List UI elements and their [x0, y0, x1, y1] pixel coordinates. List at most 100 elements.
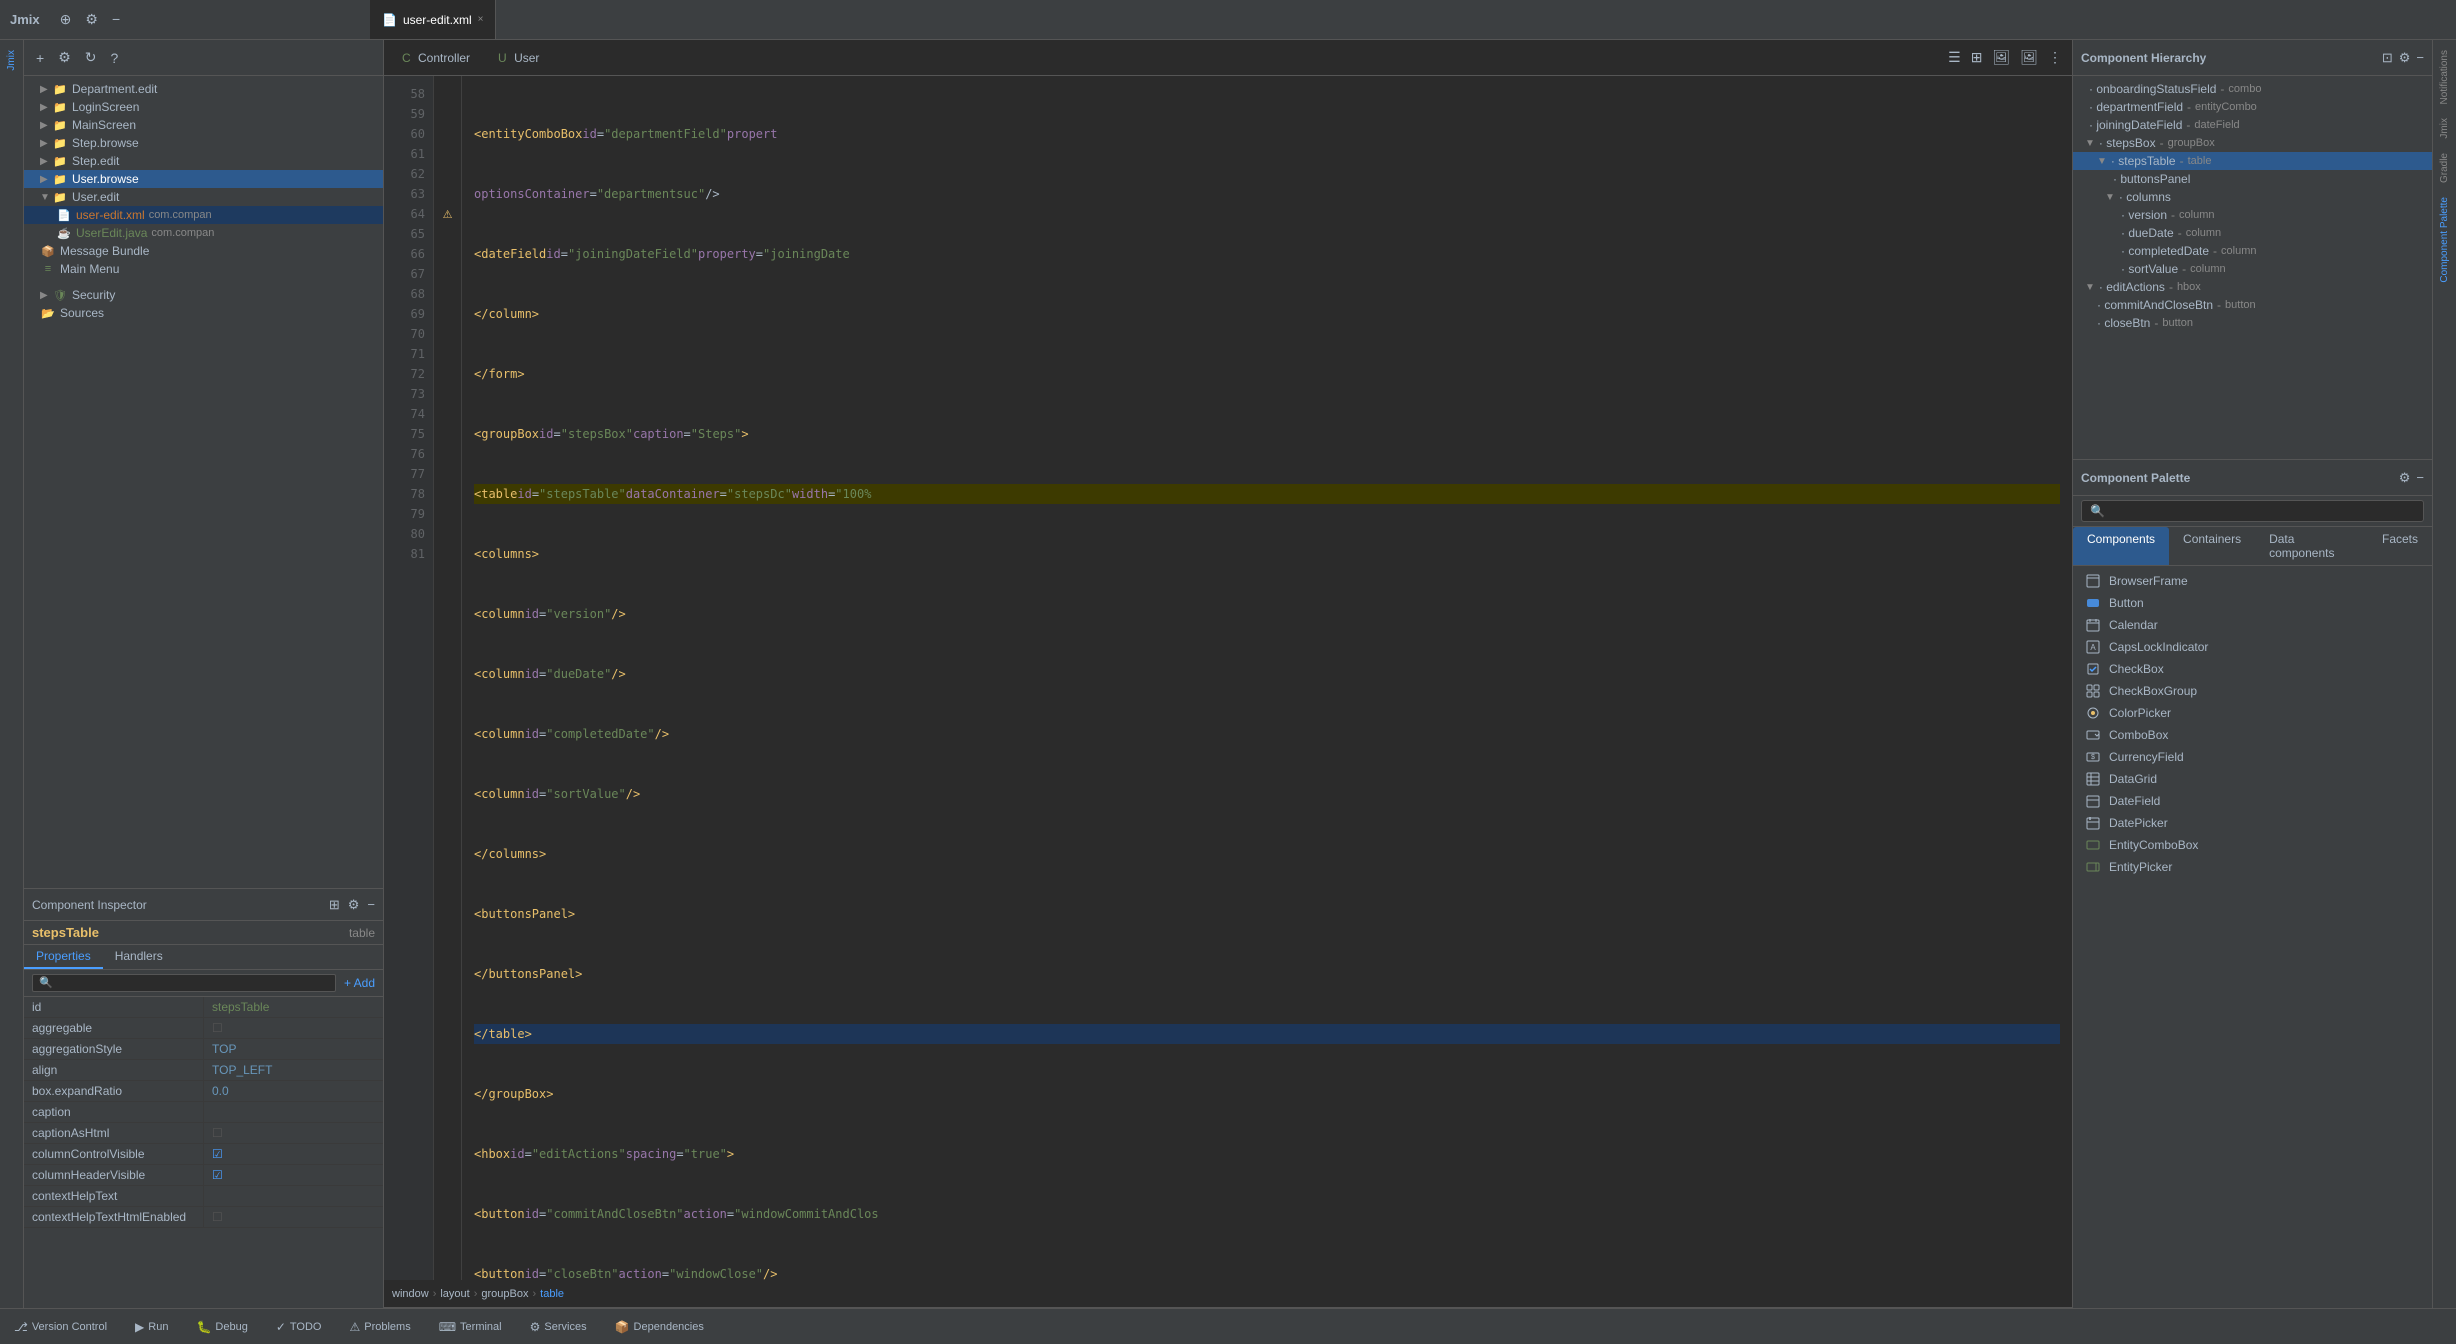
tree-item-step-edit[interactable]: ▶ 📁 Step.edit: [24, 152, 383, 170]
palette-item-button[interactable]: Button: [2073, 592, 2432, 614]
sidebar-help-btn[interactable]: ?: [106, 48, 122, 68]
hierarchy-settings-btn[interactable]: ⚙: [2399, 50, 2411, 66]
properties-list: id stepsTable aggregable ☐ aggregationSt…: [24, 997, 383, 1228]
tree-item-message-bundle[interactable]: 📦 Message Bundle: [24, 242, 383, 260]
palette-item-label: ComboBox: [2109, 728, 2168, 742]
rail-tab-jmix[interactable]: Jmix: [4, 44, 19, 77]
tree-item-sources[interactable]: 📂 Sources: [24, 304, 383, 322]
palette-tab-components[interactable]: Components: [2073, 527, 2169, 565]
status-bar: ⎇ Version Control ▶ Run 🐛 Debug ✓ TODO ⚠…: [0, 1308, 2456, 1344]
code-line-67: <column id="dueDate"/>: [474, 664, 2060, 684]
header-icon-image2[interactable]: 🖼: [2018, 47, 2040, 68]
tree-item-main-menu[interactable]: ≡ Main Menu: [24, 260, 383, 278]
breadcrumb-window[interactable]: window: [392, 1288, 429, 1300]
h-item-close-btn[interactable]: · closeBtn - button: [2073, 314, 2432, 332]
title-icon-3[interactable]: −: [108, 9, 124, 30]
tree-item-mainscreen[interactable]: ▶ 📁 MainScreen: [24, 116, 383, 134]
status-todo[interactable]: ✓ TODO: [270, 1318, 328, 1336]
palette-tab-data[interactable]: Data components: [2255, 527, 2368, 565]
tree-item-security[interactable]: ▶ 🛡 Security: [24, 286, 383, 304]
status-dependencies[interactable]: 📦 Dependencies: [609, 1318, 710, 1336]
palette-item-entitycombobox[interactable]: EntityComboBox: [2073, 834, 2432, 856]
tree-item-user-browse[interactable]: ▶ 📁 User.browse: [24, 170, 383, 188]
inspector-close-btn[interactable]: −: [367, 897, 375, 912]
sidebar-run-btn[interactable]: ⚙: [54, 47, 75, 68]
tree-item-user-edit-java[interactable]: ☕ UserEdit.java com.compan: [24, 224, 383, 242]
h-item-commit-btn[interactable]: · commitAndCloseBtn - button: [2073, 296, 2432, 314]
inspector-settings-btn[interactable]: ⚙: [348, 897, 360, 913]
tab-close-btn[interactable]: ×: [478, 14, 484, 25]
header-icon-grid[interactable]: ⊞: [1969, 47, 1985, 68]
h-item-onboarding[interactable]: · onboardingStatusField - combo: [2073, 80, 2432, 98]
hierarchy-expand-btn[interactable]: ⊡: [2382, 50, 2393, 66]
palette-item-colorpicker[interactable]: ColorPicker: [2073, 702, 2432, 724]
code-content[interactable]: <entityComboBox id="departmentField" pro…: [462, 76, 2072, 1280]
palette-item-browserframe[interactable]: BrowserFrame: [2073, 570, 2432, 592]
h-item-edit-actions[interactable]: ▼ · editActions - hbox: [2073, 278, 2432, 296]
tree-item-loginscreen[interactable]: ▶ 📁 LoginScreen: [24, 98, 383, 116]
h-item-sortvalue[interactable]: · sortValue - column: [2073, 260, 2432, 278]
palette-settings-btn[interactable]: ⚙: [2399, 470, 2411, 486]
property-search-input[interactable]: [32, 974, 336, 992]
palette-item-checkbox[interactable]: CheckBox: [2073, 658, 2432, 680]
rail-tab-gradle[interactable]: Gradle: [2437, 147, 2452, 189]
palette-close-btn[interactable]: −: [2416, 470, 2424, 485]
tab-handlers[interactable]: Handlers: [103, 945, 175, 969]
palette-item-calendar[interactable]: Calendar: [2073, 614, 2432, 636]
tree-item-user-edit[interactable]: ▼ 📁 User.edit: [24, 188, 383, 206]
h-item-completeddate[interactable]: · completedDate - column: [2073, 242, 2432, 260]
status-problems[interactable]: ⚠ Problems: [343, 1318, 416, 1336]
breadcrumb-table[interactable]: table: [540, 1288, 564, 1300]
h-item-stepsbox[interactable]: ▼ · stepsBox - groupBox: [2073, 134, 2432, 152]
editor-tab-controller[interactable]: C Controller: [392, 49, 480, 67]
status-terminal[interactable]: ⌨ Terminal: [433, 1318, 508, 1336]
h-item-stepstable[interactable]: ▼ · stepsTable - table: [2073, 152, 2432, 170]
h-type: button: [2162, 317, 2193, 329]
attr: id: [517, 484, 531, 504]
breadcrumb-groupbox[interactable]: groupBox: [481, 1288, 528, 1300]
status-version-control[interactable]: ⎇ Version Control: [8, 1318, 113, 1336]
palette-item-entitypicker[interactable]: EntityPicker: [2073, 856, 2432, 878]
add-property-btn[interactable]: + Add: [344, 976, 375, 990]
status-debug[interactable]: 🐛 Debug: [190, 1318, 253, 1336]
tree-item-user-edit-xml[interactable]: 📄 user-edit.xml com.compan: [24, 206, 383, 224]
tree-item-label: Step.browse: [72, 136, 139, 150]
palette-item-checkboxgroup[interactable]: CheckBoxGroup: [2073, 680, 2432, 702]
header-icon-image1[interactable]: 🖼: [1990, 47, 2012, 68]
palette-tab-facets[interactable]: Facets: [2368, 527, 2432, 565]
editor-tab-user-edit[interactable]: 📄 user-edit.xml ×: [370, 0, 496, 39]
tree-item-step-browse[interactable]: ▶ 📁 Step.browse: [24, 134, 383, 152]
breadcrumb-layout[interactable]: layout: [440, 1288, 469, 1300]
rail-tab-jmix-right[interactable]: Jmix: [2437, 112, 2452, 145]
palette-item-combobox[interactable]: ComboBox: [2073, 724, 2432, 746]
tree-item-department-edit[interactable]: ▶ 📁 Department.edit: [24, 80, 383, 98]
title-icon-1[interactable]: ⊕: [56, 9, 76, 30]
status-run[interactable]: ▶ Run: [129, 1318, 174, 1336]
rail-tab-component-palette[interactable]: Component Palette: [2437, 191, 2452, 289]
hierarchy-close-btn[interactable]: −: [2416, 50, 2424, 65]
h-item-columns[interactable]: ▼ · columns: [2073, 188, 2432, 206]
h-item-department[interactable]: · departmentField - entityCombo: [2073, 98, 2432, 116]
palette-search-input[interactable]: [2081, 500, 2424, 522]
palette-item-currencyfield[interactable]: $ CurrencyField: [2073, 746, 2432, 768]
inspector-layout-btn[interactable]: ⊞: [329, 897, 340, 913]
palette-item-datepicker[interactable]: DatePicker: [2073, 812, 2432, 834]
h-item-buttonspanel[interactable]: · buttonsPanel: [2073, 170, 2432, 188]
palette-item-datagrid[interactable]: DataGrid: [2073, 768, 2432, 790]
sidebar-refresh-btn[interactable]: ↻: [81, 47, 101, 68]
attr-val2: "stepsDc": [727, 484, 792, 504]
h-item-duedate[interactable]: · dueDate - column: [2073, 224, 2432, 242]
h-item-joining[interactable]: · joiningDateField - dateField: [2073, 116, 2432, 134]
palette-tab-containers[interactable]: Containers: [2169, 527, 2255, 565]
sidebar-add-btn[interactable]: +: [32, 48, 48, 68]
h-item-version[interactable]: · version - column: [2073, 206, 2432, 224]
tab-properties[interactable]: Properties: [24, 945, 103, 969]
palette-item-datefield[interactable]: DateField: [2073, 790, 2432, 812]
status-services[interactable]: ⚙ Services: [524, 1318, 593, 1336]
palette-item-capslockind[interactable]: A CapsLockIndicator: [2073, 636, 2432, 658]
rail-tab-notifications[interactable]: Notifications: [2437, 44, 2452, 110]
header-icon-more[interactable]: ⋮: [2046, 47, 2064, 68]
editor-tab-user[interactable]: U User: [488, 49, 549, 67]
header-icon-menu[interactable]: ☰: [1946, 47, 1963, 68]
title-icon-2[interactable]: ⚙: [81, 9, 102, 30]
